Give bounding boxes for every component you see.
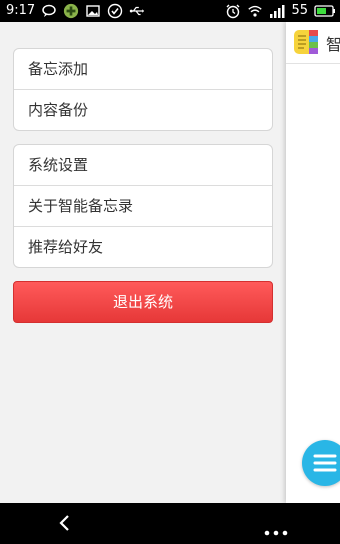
menu-fab-button[interactable] xyxy=(302,440,340,486)
status-bar: 9:17 55 xyxy=(0,0,340,22)
main-header: 智 xyxy=(286,22,340,64)
clock: 9:17 xyxy=(6,3,36,18)
chat-bubble-icon xyxy=(41,3,57,19)
menu-item-settings[interactable]: 系统设置 xyxy=(14,145,272,185)
check-circle-icon xyxy=(107,3,123,19)
wifi-icon xyxy=(247,3,263,19)
menu-item-backup[interactable]: 内容备份 xyxy=(14,89,272,130)
battery-icon xyxy=(314,3,336,19)
alarm-icon xyxy=(225,3,241,19)
menu-icon xyxy=(313,454,337,472)
signal-icon xyxy=(269,3,285,19)
side-drawer: 备忘添加 内容备份 系统设置 关于智能备忘录 推荐给好友 退出系统 xyxy=(0,22,286,503)
logout-button[interactable]: 退出系统 xyxy=(13,281,273,323)
image-icon xyxy=(85,3,101,19)
menu-group-secondary: 系统设置 关于智能备忘录 推荐给好友 xyxy=(13,144,273,268)
back-icon[interactable] xyxy=(55,513,75,533)
more-icon[interactable] xyxy=(264,521,288,536)
notebook-app-icon xyxy=(292,28,320,56)
app-title: 智 xyxy=(326,35,340,54)
navigation-bar xyxy=(0,503,340,544)
main-panel[interactable]: 智 xyxy=(286,22,340,503)
game-app-icon xyxy=(63,3,79,19)
menu-group-primary: 备忘添加 内容备份 xyxy=(13,48,273,131)
menu-item-about[interactable]: 关于智能备忘录 xyxy=(14,185,272,226)
menu-item-add-memo[interactable]: 备忘添加 xyxy=(14,49,272,89)
battery-level: 55 xyxy=(291,3,308,18)
menu-item-recommend[interactable]: 推荐给好友 xyxy=(14,226,272,267)
usb-icon xyxy=(129,3,145,19)
